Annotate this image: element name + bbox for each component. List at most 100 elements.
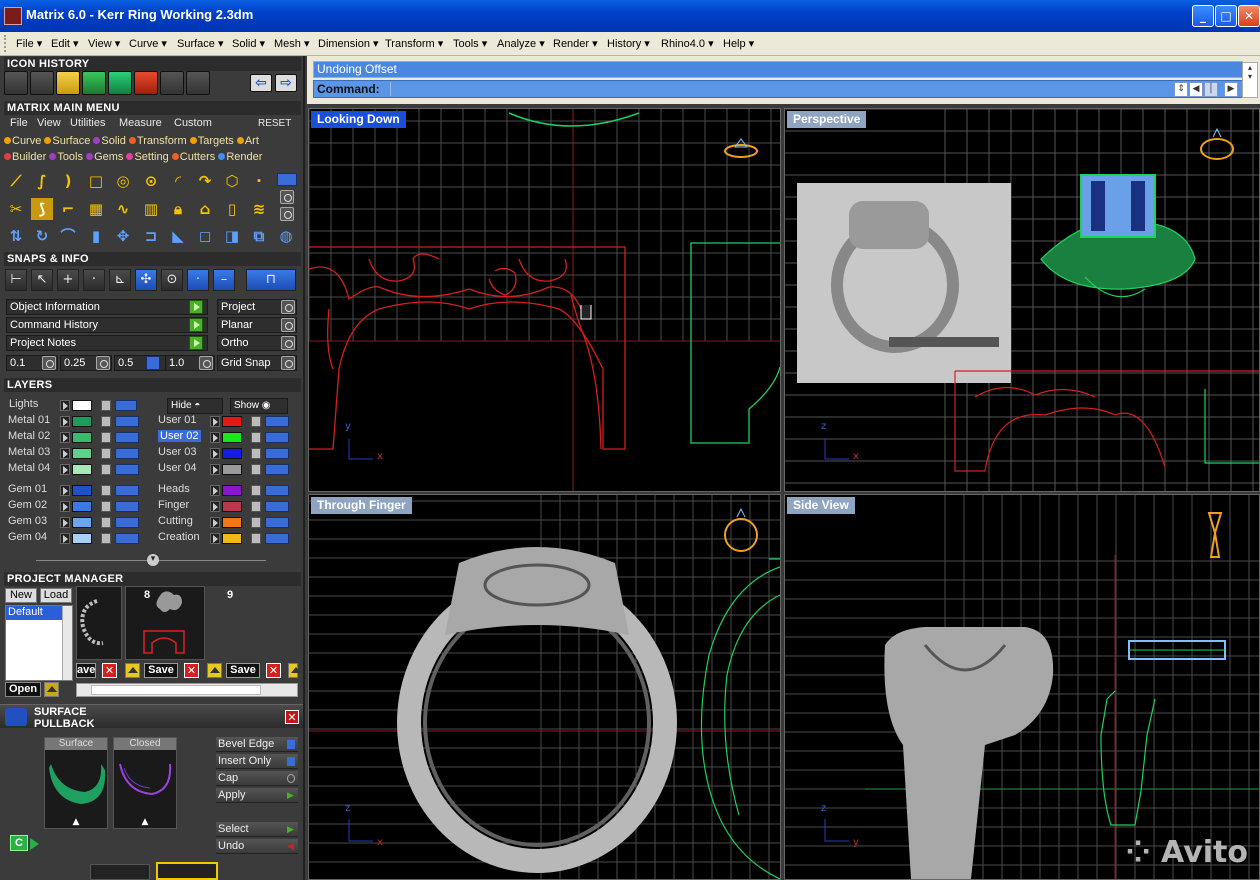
menu-transform[interactable]: Transform ▾ — [385, 37, 443, 50]
minimize-button[interactable]: _ — [1192, 5, 1214, 27]
layer-arrow-icon[interactable] — [210, 432, 220, 443]
lock-tool-icon[interactable]: 🔒︎ — [167, 198, 189, 220]
layer-name[interactable]: User 04 — [158, 462, 197, 474]
layer-arrow-icon[interactable] — [210, 485, 220, 496]
layer-arrow-icon[interactable] — [60, 432, 70, 443]
object-information-go-icon[interactable] — [189, 300, 203, 314]
viewport-looking-down[interactable]: y x Looking Down — [308, 108, 781, 492]
circle-icon[interactable]: ◎ — [112, 170, 134, 192]
bend-icon[interactable]: ⌒ — [57, 225, 79, 247]
layer-visibility-toggle[interactable] — [265, 416, 289, 427]
layer-lock-icon[interactable] — [101, 501, 111, 512]
cmd-scroll-icon[interactable]: ⇕ — [1174, 82, 1188, 97]
increment-01-radio[interactable] — [42, 356, 56, 370]
project-notes-item[interactable]: Project Notes — [6, 335, 208, 351]
increment-025-radio[interactable] — [96, 356, 110, 370]
module-transform[interactable]: Transform — [128, 135, 187, 147]
polygon-icon[interactable]: ⬡ — [221, 170, 243, 192]
layer-visibility-toggle[interactable] — [115, 501, 139, 512]
layer-lock-icon[interactable] — [251, 464, 261, 475]
viewport-through-finger[interactable]: z x Through Finger — [308, 494, 781, 880]
continue-arrow-icon[interactable] — [30, 838, 39, 850]
mm-reset[interactable]: RESET — [258, 118, 291, 129]
globe-icon[interactable]: ◍ — [275, 225, 297, 247]
layer-color-swatch[interactable] — [222, 485, 242, 496]
toggle-option-1[interactable] — [280, 190, 294, 204]
snap-perp-icon[interactable]: ⊙ — [161, 269, 183, 291]
layer-lock-icon[interactable] — [101, 448, 111, 459]
layer-color-swatch[interactable] — [222, 464, 242, 475]
array-icon[interactable]: ▦ — [85, 198, 107, 220]
arc-3pt-icon[interactable]: ◜ — [167, 170, 189, 192]
layer-arrow-icon[interactable] — [60, 485, 70, 496]
pm-save-button-9[interactable]: Save — [226, 663, 260, 678]
menu-render[interactable]: Render ▾ — [553, 37, 598, 50]
layer-visibility-toggle[interactable] — [115, 464, 139, 475]
layer-visibility-toggle[interactable] — [265, 464, 289, 475]
continue-icon[interactable]: C — [10, 835, 28, 851]
pm-project-list[interactable]: Default — [5, 605, 73, 681]
module-render[interactable]: Render — [218, 151, 262, 163]
bottom-tool-slot-1[interactable] — [90, 864, 150, 880]
layer-lock-icon[interactable] — [101, 432, 111, 443]
polyline-icon[interactable]: ⟋ — [5, 170, 27, 192]
pm-scroll-thumb[interactable] — [91, 685, 261, 695]
layer-color-swatch[interactable] — [72, 432, 92, 443]
close-button[interactable]: ✕ — [1238, 5, 1260, 27]
cmd-vertical-scrollbar[interactable]: ▴ ▾ — [1242, 62, 1258, 98]
layer-visibility-toggle[interactable] — [115, 517, 139, 528]
increment-05-radio[interactable] — [146, 356, 160, 370]
layer-color-swatch[interactable] — [72, 448, 92, 459]
history-back-button[interactable]: ⇦ — [250, 74, 272, 92]
undo-option[interactable]: Undo ◀ — [216, 839, 298, 854]
orient-icon[interactable]: ⊐ — [140, 225, 162, 247]
pm-project-default[interactable]: Default — [6, 606, 64, 620]
layer-arrow-icon[interactable] — [210, 464, 220, 475]
cap-option[interactable]: Cap — [216, 771, 298, 786]
snap-mid-icon[interactable]: · — [83, 269, 105, 291]
layer-name[interactable]: Gem 04 — [8, 531, 47, 543]
pullback-surface-thumb[interactable]: Surface ▲ — [44, 737, 108, 829]
layer-name[interactable]: User 03 — [158, 446, 197, 458]
layer-arrow-icon[interactable] — [60, 464, 70, 475]
layer-lock-icon[interactable] — [251, 533, 261, 544]
module-tools[interactable]: Tools — [49, 151, 83, 163]
layer-color-swatch[interactable] — [222, 533, 242, 544]
layer-lock-icon[interactable] — [251, 448, 261, 459]
layer-lock-icon[interactable] — [101, 464, 111, 475]
layer-color-swatch[interactable] — [72, 501, 92, 512]
cmd-next-icon[interactable]: ▶ — [1224, 82, 1238, 97]
layer-visibility-toggle[interactable] — [115, 432, 139, 443]
ellipse-icon[interactable]: ⊙ — [140, 170, 162, 192]
history-undo-icon[interactable] — [134, 71, 158, 95]
layer-lock-icon[interactable] — [251, 485, 261, 496]
layer-name[interactable]: Metal 03 — [8, 446, 50, 458]
snap-toggle-icon[interactable]: ⊓ — [246, 269, 296, 291]
layer-color-swatch[interactable] — [72, 416, 92, 427]
mm-measure[interactable]: Measure — [119, 117, 162, 129]
layer-name[interactable]: Heads — [158, 483, 190, 495]
layer-lock-icon[interactable] — [101, 517, 111, 528]
snap-cen-icon[interactable]: ⊾ — [109, 269, 131, 291]
bevel-edge-option[interactable]: Bevel Edge — [216, 737, 298, 752]
command-line[interactable]: Command: — [313, 80, 1243, 98]
layer-lights-arrow[interactable] — [60, 400, 70, 411]
ortho-radio[interactable] — [281, 336, 295, 350]
module-gems[interactable]: Gems — [86, 151, 123, 163]
layer-name[interactable]: User 01 — [158, 414, 197, 426]
layer-arrow-icon[interactable] — [60, 517, 70, 528]
pm-open-arrow-icon[interactable] — [44, 682, 59, 697]
layer-name[interactable]: Gem 02 — [8, 499, 47, 511]
layer-visibility-toggle[interactable] — [265, 501, 289, 512]
menu-help[interactable]: Help ▾ — [723, 37, 754, 50]
layer-visibility-toggle[interactable] — [265, 485, 289, 496]
layer-arrow-icon[interactable] — [210, 533, 220, 544]
insert-only-option[interactable]: Insert Only — [216, 754, 298, 769]
layer-name[interactable]: Metal 02 — [8, 430, 50, 442]
layer-arrow-icon[interactable] — [60, 501, 70, 512]
menu-rhino[interactable]: Rhino4.0 ▾ — [661, 37, 714, 50]
module-art[interactable]: Art — [236, 135, 259, 147]
pm-up-icon-1[interactable] — [125, 663, 140, 678]
layer-arrow-icon[interactable] — [210, 517, 220, 528]
project-radio[interactable] — [281, 300, 295, 314]
